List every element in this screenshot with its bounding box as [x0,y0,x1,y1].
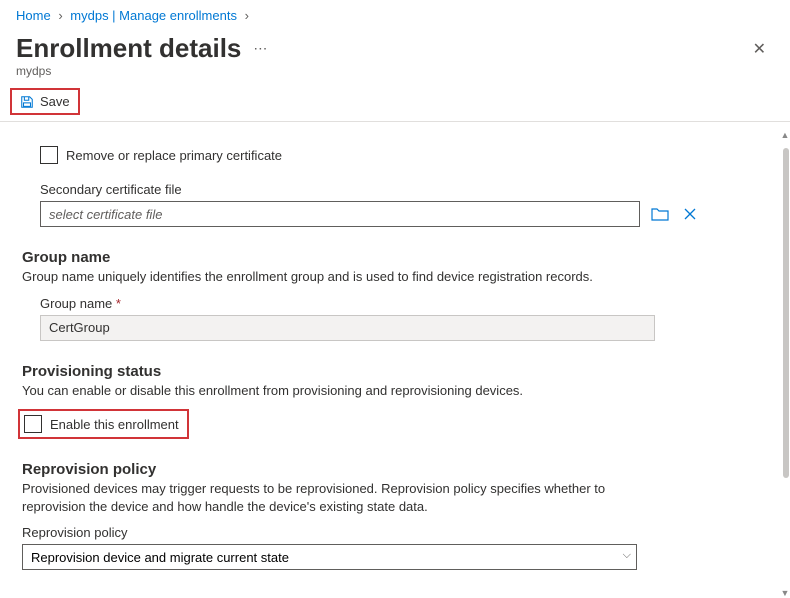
group-name-input [40,315,655,341]
reprovision-policy-desc: Provisioned devices may trigger requests… [22,480,662,515]
enable-enrollment-checkbox[interactable] [24,415,42,433]
browse-file-button[interactable] [650,204,670,224]
group-name-heading: Group name [22,249,750,266]
folder-icon [651,207,669,221]
clear-file-button[interactable] [680,204,700,224]
save-button[interactable]: Save [10,88,80,115]
scrollbar[interactable]: ▲ ▼ [780,130,790,598]
save-button-label: Save [40,94,70,109]
scrollbar-thumb[interactable] [783,148,789,478]
enable-enrollment-highlight: Enable this enrollment [18,409,189,439]
main-content: Remove or replace primary certificate Se… [0,130,790,598]
breadcrumb-resource[interactable]: mydps | Manage enrollments [70,8,237,23]
group-name-field-label: Group name [40,296,112,311]
breadcrumb: Home › mydps | Manage enrollments › [0,0,790,27]
close-button[interactable]: ✕ [745,35,774,63]
reprovision-policy-heading: Reprovision policy [22,461,750,478]
scroll-down-arrow-icon[interactable]: ▼ [780,588,790,598]
close-icon [683,207,697,221]
remove-primary-cert-label: Remove or replace primary certificate [66,148,282,163]
required-indicator: * [116,296,121,311]
page-header: Enrollment details ⋯ ✕ [0,27,790,64]
secondary-cert-file-input[interactable] [40,201,640,227]
group-name-desc: Group name uniquely identifies the enrol… [22,268,750,286]
scroll-up-arrow-icon[interactable]: ▲ [780,130,790,140]
command-bar: Save [0,84,790,122]
remove-primary-cert-checkbox[interactable] [40,146,58,164]
secondary-cert-label: Secondary certificate file [40,182,750,197]
page-title: Enrollment details [16,33,241,64]
chevron-right-icon: › [245,8,249,23]
enable-enrollment-label: Enable this enrollment [50,417,179,432]
save-icon [20,95,34,109]
page-subtitle: mydps [0,64,790,84]
breadcrumb-home[interactable]: Home [16,8,51,23]
reprovision-policy-field-label: Reprovision policy [22,525,750,540]
chevron-right-icon: › [58,8,62,23]
more-actions-button[interactable]: ⋯ [253,40,268,57]
provisioning-status-heading: Provisioning status [22,363,750,380]
provisioning-status-desc: You can enable or disable this enrollmen… [22,382,750,400]
reprovision-policy-select[interactable]: Reprovision device and migrate current s… [22,544,637,570]
